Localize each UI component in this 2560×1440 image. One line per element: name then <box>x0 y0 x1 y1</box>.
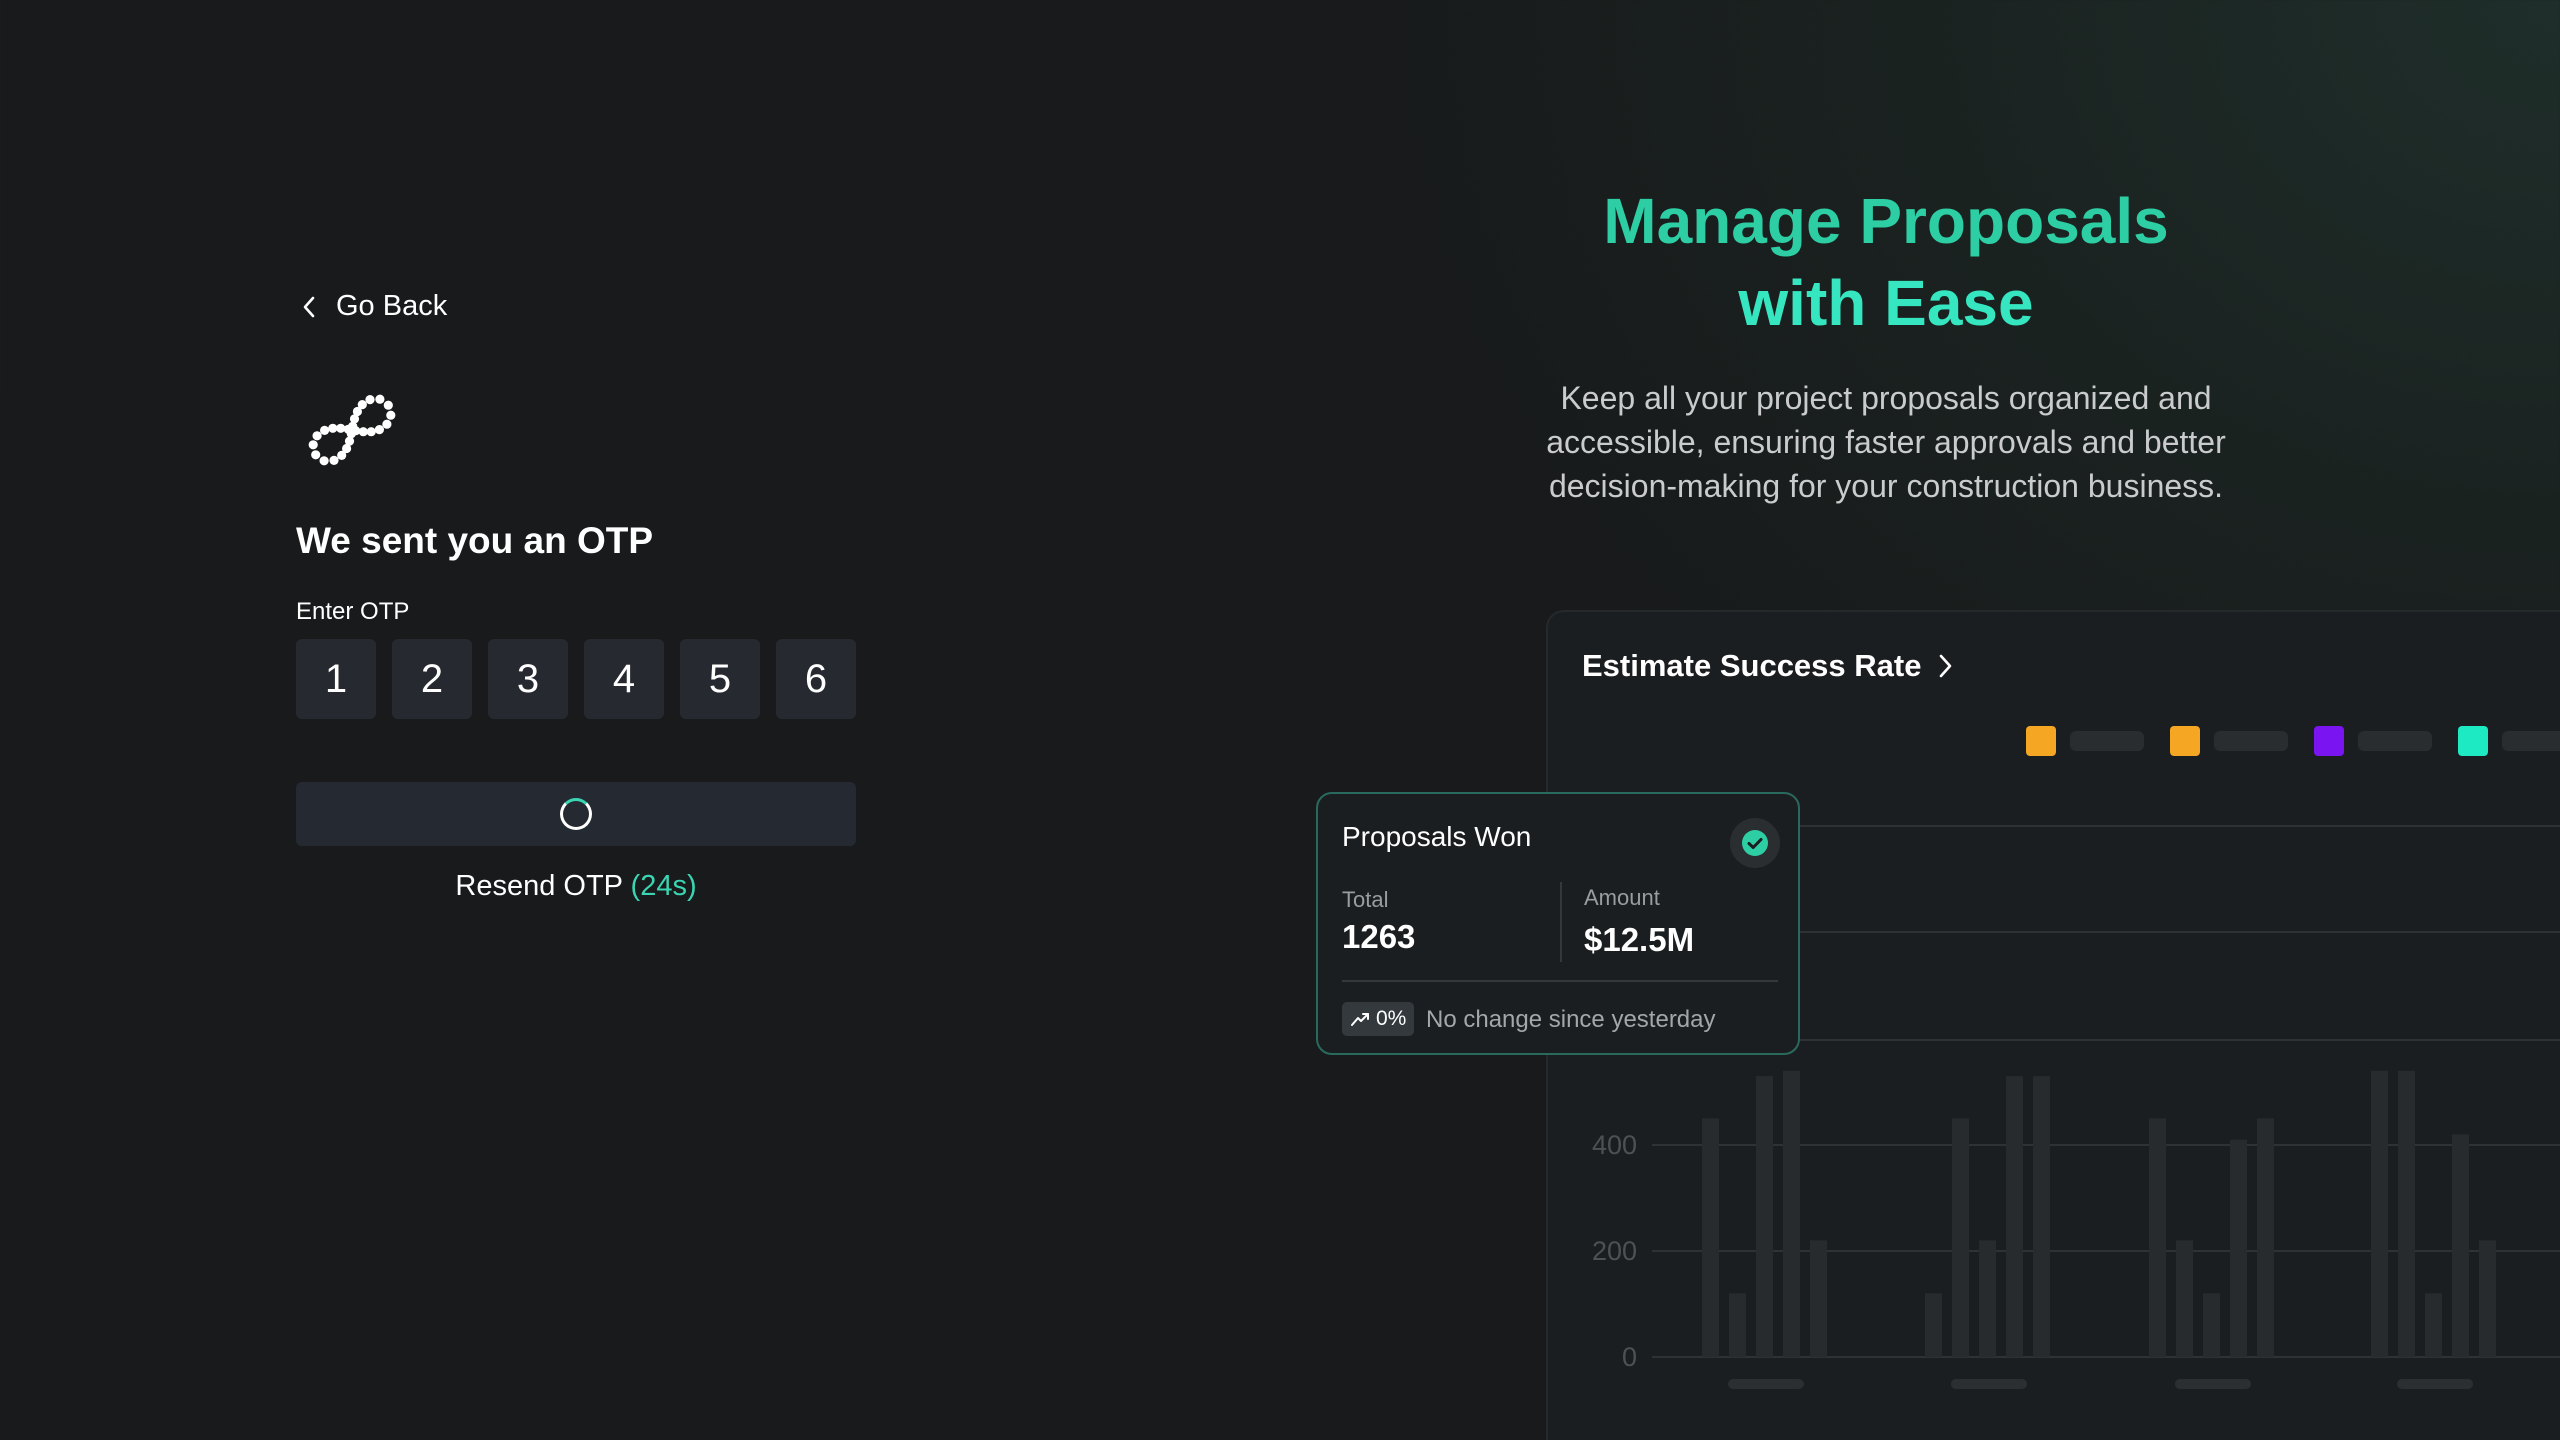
chart-bar <box>1756 1076 1773 1357</box>
card-title: Proposals Won <box>1342 821 1532 852</box>
x-tick-label-placeholder <box>2175 1379 2251 1389</box>
chart-bar <box>1729 1293 1746 1357</box>
chart-bar <box>2033 1076 2050 1357</box>
chart-bar <box>1783 1070 1800 1357</box>
card-divider <box>1342 980 1778 982</box>
amount-value: $12.5M <box>1584 921 1695 958</box>
chart-bar <box>2371 1070 2388 1357</box>
x-tick-label-placeholder <box>2397 1379 2473 1389</box>
amount-label: Amount <box>1584 885 1660 910</box>
total-label: Total <box>1342 887 1389 912</box>
change-value: 0% <box>1376 1007 1407 1030</box>
chart-bar <box>2176 1240 2193 1357</box>
chart-bar <box>2452 1134 2469 1357</box>
check-circle-icon <box>1730 818 1780 868</box>
x-tick-label-placeholder <box>1728 1379 1804 1389</box>
x-tick-label-placeholder <box>1951 1379 2027 1389</box>
change-badge: 0% <box>1342 1002 1415 1036</box>
chart-bar <box>2230 1139 2247 1357</box>
y-tick-label: 400 <box>1592 1130 1637 1160</box>
proposals-won-card: Proposals Won Total 1263 Amount $12.5M 0… <box>1316 792 1800 1055</box>
chart-bar <box>1952 1118 1969 1357</box>
chart-bar <box>2479 1240 2496 1357</box>
chart-bar <box>1810 1240 1827 1357</box>
chart-bar <box>1702 1118 1719 1357</box>
success-rate-chart: 0 200 400 <box>1592 825 2560 1389</box>
total-value: 1263 <box>1342 918 1416 955</box>
chart-bar <box>2203 1293 2220 1357</box>
trend-up-icon <box>1351 1013 1369 1026</box>
card-divider <box>1560 882 1562 962</box>
chart-bar <box>2149 1118 2166 1357</box>
chart-bar <box>2006 1076 2023 1357</box>
y-tick-label: 0 <box>1622 1342 1637 1372</box>
chart-bar <box>2398 1070 2415 1357</box>
y-tick-label: 200 <box>1592 1236 1637 1266</box>
chart-bar <box>2425 1293 2442 1357</box>
change-text: No change since yesterday <box>1426 1006 1716 1033</box>
chart-bar <box>2257 1118 2274 1357</box>
chart-bar <box>1979 1240 1996 1357</box>
chart-bar <box>1925 1293 1942 1357</box>
